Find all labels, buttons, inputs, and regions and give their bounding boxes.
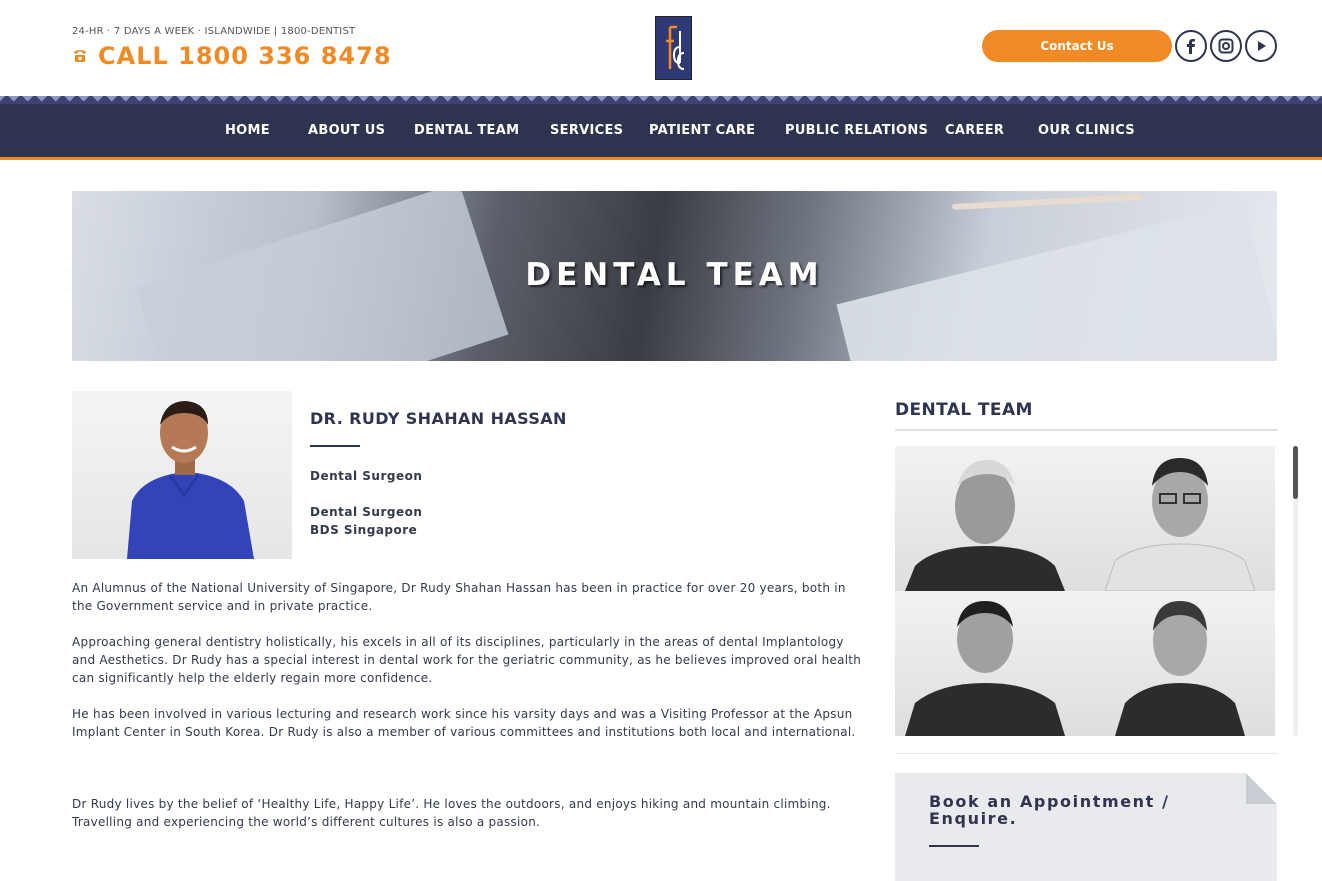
nav-our-clinics[interactable]: OUR CLINICS xyxy=(1038,123,1135,138)
top-header: 24-HR · 7 DAYS A WEEK · ISLANDWIDE | 180… xyxy=(0,0,1322,96)
team-member-photo[interactable] xyxy=(1085,446,1275,591)
team-member-photo[interactable] xyxy=(1085,591,1275,736)
main-nav: HOME ABOUT US DENTAL TEAM SERVICES PATIE… xyxy=(0,104,1322,157)
name-underline xyxy=(310,445,360,447)
call-text: CALL 1800 336 8478 xyxy=(98,42,392,70)
facebook-glyph xyxy=(1187,39,1195,54)
hero-banner: DENTAL TEAM xyxy=(72,191,1277,361)
book-title-rule xyxy=(929,845,979,847)
sidebar-title-rule xyxy=(895,429,1278,431)
nav-public-relations[interactable]: PUBLIC RELATIONS xyxy=(785,123,928,138)
doctor-role: Dental Surgeon xyxy=(310,469,423,483)
nav-dental-team[interactable]: DENTAL TEAM xyxy=(414,123,519,138)
nav-about-us[interactable]: ABOUT US xyxy=(308,123,385,138)
bio-paragraph: Dr Rudy lives by the belief of ‘Healthy … xyxy=(72,797,831,829)
team-member-portrait xyxy=(905,601,1065,736)
nav-accent-line xyxy=(0,157,1322,160)
doctor-qualification: BDS Singapore xyxy=(310,523,418,537)
doctor-photo-illustration xyxy=(127,401,254,559)
logo-icon xyxy=(666,25,685,70)
nav-patient-care[interactable]: PATIENT CARE xyxy=(649,123,755,138)
gallery-divider xyxy=(895,753,1278,754)
bio-paragraph: He has been involved in various lecturin… xyxy=(72,707,856,739)
play-glyph xyxy=(1258,41,1266,51)
contact-us-button[interactable]: Contact Us xyxy=(982,30,1172,62)
team-member-portrait xyxy=(1104,458,1256,591)
bio-paragraph: An Alumnus of the National University of… xyxy=(72,581,846,613)
book-appointment-panel[interactable]: Book an Appointment / Enquire. xyxy=(895,773,1277,881)
fdc-logo[interactable] xyxy=(655,16,692,80)
sidebar-title: DENTAL TEAM xyxy=(895,400,1033,420)
decorative-pattern-band xyxy=(0,96,1322,104)
call-number[interactable]: CALL 1800 336 8478 xyxy=(72,42,392,70)
team-member-portrait xyxy=(905,460,1065,591)
nav-services[interactable]: SERVICES xyxy=(550,123,623,138)
bio-paragraph: Approaching general dentistry holistical… xyxy=(72,635,862,685)
doctor-name: DR. RUDY SHAHAN HASSAN xyxy=(310,409,567,428)
phone-icon xyxy=(74,50,86,62)
instagram-glyph xyxy=(1218,38,1234,54)
nav-home[interactable]: HOME xyxy=(225,123,270,138)
hero-title: DENTAL TEAM xyxy=(525,257,824,293)
gallery-scrollbar-thumb[interactable] xyxy=(1293,446,1298,499)
book-appointment-title[interactable]: Book an Appointment / Enquire. xyxy=(929,793,1209,827)
facebook-icon[interactable] xyxy=(1175,30,1207,62)
page-fold-corner xyxy=(1246,773,1277,804)
doctor-photo xyxy=(72,391,292,559)
team-member-photo[interactable] xyxy=(895,591,1085,736)
team-member-portrait xyxy=(1115,601,1245,736)
header-tagline: 24-HR · 7 DAYS A WEEK · ISLANDWIDE | 180… xyxy=(72,26,356,37)
nav-career[interactable]: CAREER xyxy=(945,123,1004,138)
instagram-icon[interactable] xyxy=(1210,30,1242,62)
hero-pen-shape xyxy=(951,194,1143,210)
dental-team-gallery xyxy=(895,446,1275,736)
team-member-photo[interactable] xyxy=(895,446,1085,591)
doctor-role-secondary: Dental Surgeon xyxy=(310,505,423,519)
youtube-icon[interactable] xyxy=(1245,30,1277,62)
